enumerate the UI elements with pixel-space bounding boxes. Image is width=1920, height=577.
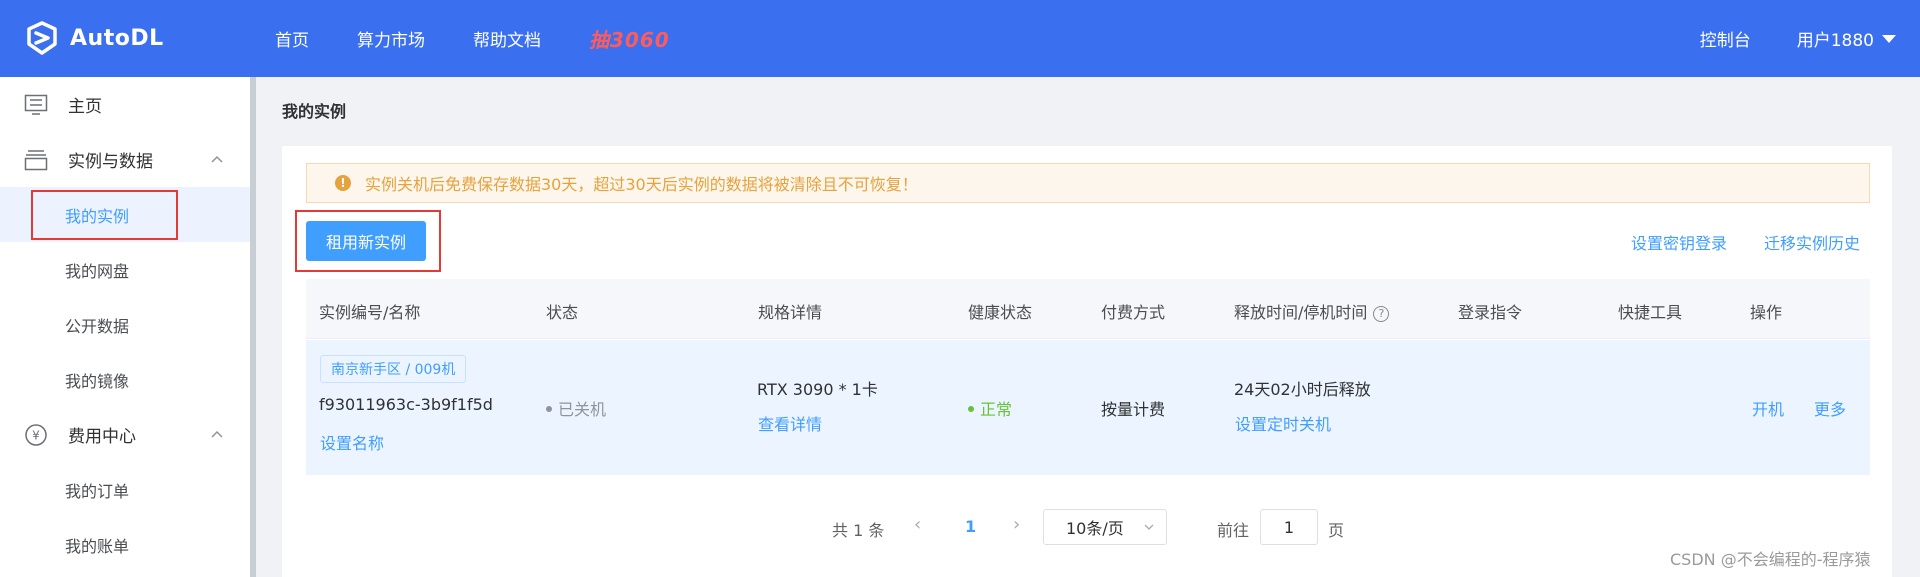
sidebar-item-home[interactable]: 主页 [0, 77, 250, 132]
region-tag: 南京新手区 / 009机 [320, 355, 467, 383]
chevron-left-icon[interactable]: ‹ [914, 514, 921, 535]
chevron-down-icon [1144, 524, 1154, 530]
top-navbar: AutoDL 首页 算力市场 帮助文档 抽3060 控制台 用户1880 [0, 0, 1920, 77]
more-button[interactable]: 更多 [1814, 396, 1846, 420]
sidebar-item-my-images[interactable]: 我的镜像 [0, 352, 250, 407]
billing-text: 按量计费 [1101, 400, 1166, 419]
instance-id: f93011963c-3b9f1f5d [319, 395, 493, 414]
migrate-history-link[interactable]: 迁移实例历史 [1764, 230, 1860, 254]
col-release-time-label: 释放时间/停机时间 [1234, 303, 1368, 322]
highlight-box-sidebar [31, 190, 178, 240]
col-health: 健康状态 [968, 303, 1033, 322]
nav-market[interactable]: 算力市场 [357, 26, 425, 51]
start-button[interactable]: 开机 [1752, 396, 1784, 420]
user-menu[interactable]: 用户1880 [1797, 26, 1896, 51]
help-circle-icon[interactable]: ? [1373, 305, 1390, 322]
status-cell: 已关机 [546, 396, 606, 420]
chevron-up-icon [211, 155, 223, 163]
sidebar-label-my-disk: 我的网盘 [65, 261, 130, 281]
warning-icon: ! [335, 175, 351, 191]
status-text: 已关机 [558, 400, 607, 419]
highlight-box-rent-button [295, 210, 441, 272]
yen-circle-icon: ¥ [25, 424, 47, 446]
sidebar-item-my-orders[interactable]: 我的订单 [0, 462, 250, 517]
view-details-link[interactable]: 查看详情 [758, 411, 822, 435]
sidebar-label-my-images: 我的镜像 [65, 371, 130, 391]
health-dot [968, 406, 974, 412]
alert-message: 实例关机后免费保存数据30天，超过30天后实例的数据将被清除且不可恢复！ [365, 175, 918, 194]
sidebar-item-my-account[interactable]: 我的账单 [0, 517, 250, 572]
header-right: 控制台 用户1880 [1700, 0, 1896, 77]
chevron-right-icon[interactable]: › [1013, 514, 1020, 535]
yen-glyph: ¥ [32, 429, 40, 443]
set-key-login-link[interactable]: 设置密钥登录 [1631, 230, 1727, 254]
layers-icon [24, 150, 48, 171]
col-billing: 付费方式 [1101, 303, 1166, 322]
sidebar-group-instances[interactable]: 实例与数据 [0, 132, 250, 187]
table-row [306, 340, 1870, 475]
monitor-icon [24, 94, 48, 115]
status-dot [546, 406, 552, 412]
col-actions: 操作 [1750, 303, 1783, 322]
sidebar-label-home: 主页 [68, 97, 102, 117]
watermark: CSDN @不会编程的-程序猿 [1670, 550, 1871, 569]
pager-page-1[interactable]: 1 [965, 517, 976, 536]
brand-logo[interactable]: AutoDL [24, 18, 164, 58]
col-login-cmd: 登录指令 [1458, 303, 1523, 322]
sidebar-label-instances: 实例与数据 [68, 152, 153, 172]
page-size-select[interactable]: 10条/页 [1043, 509, 1167, 545]
chevron-up-icon [211, 430, 223, 438]
brand-name: AutoDL [70, 25, 164, 51]
sidebar-item-my-disk[interactable]: 我的网盘 [0, 242, 250, 297]
sidebar-label-public-data: 公开数据 [65, 316, 130, 336]
autodl-logo-icon [27, 21, 57, 55]
col-instance: 实例编号/名称 [319, 303, 421, 322]
sidebar-item-public-data[interactable]: 公开数据 [0, 297, 250, 352]
health-text: 正常 [980, 400, 1013, 419]
col-status: 状态 [546, 303, 579, 322]
warning-alert: ! 实例关机后免费保存数据30天，超过30天后实例的数据将被清除且不可恢复！ [306, 163, 1870, 203]
sidebar-label-billing: 费用中心 [68, 427, 136, 447]
set-name-link[interactable]: 设置名称 [320, 430, 384, 454]
page-title: 我的实例 [282, 102, 347, 121]
page-unit-label: 页 [1328, 521, 1345, 540]
user-name: 用户1880 [1796, 31, 1874, 51]
main-nav: 首页 算力市场 帮助文档 抽3060 [275, 0, 670, 77]
nav-promo[interactable]: 抽3060 [589, 24, 670, 53]
nav-docs[interactable]: 帮助文档 [473, 26, 541, 51]
nav-home[interactable]: 首页 [275, 26, 309, 51]
page-size-value: 10条/页 [1066, 519, 1124, 538]
sidebar-scrollbar[interactable] [250, 77, 256, 577]
col-release-time: 释放时间/停机时间? [1234, 299, 1390, 323]
col-spec: 规格详情 [758, 303, 823, 322]
spec-text: RTX 3090 * 1卡 [757, 380, 878, 399]
pager-total: 共 1 条 [832, 521, 885, 540]
console-link[interactable]: 控制台 [1700, 26, 1751, 51]
goto-page-input[interactable] [1260, 509, 1318, 545]
caret-down-icon [1882, 34, 1896, 43]
table-header: 实例编号/名称 状态 规格详情 健康状态 付费方式 释放时间/停机时间? 登录指… [306, 279, 1870, 339]
sidebar-label-my-orders: 我的订单 [65, 481, 130, 501]
set-shutdown-link[interactable]: 设置定时关机 [1235, 411, 1331, 435]
release-text: 24天02小时后释放 [1234, 380, 1371, 399]
sidebar-label-my-account: 我的账单 [65, 536, 130, 556]
sidebar-group-billing[interactable]: ¥ 费用中心 [0, 407, 250, 462]
health-cell: 正常 [968, 396, 1012, 420]
goto-label: 前往 [1217, 521, 1250, 540]
col-tools: 快捷工具 [1618, 303, 1683, 322]
